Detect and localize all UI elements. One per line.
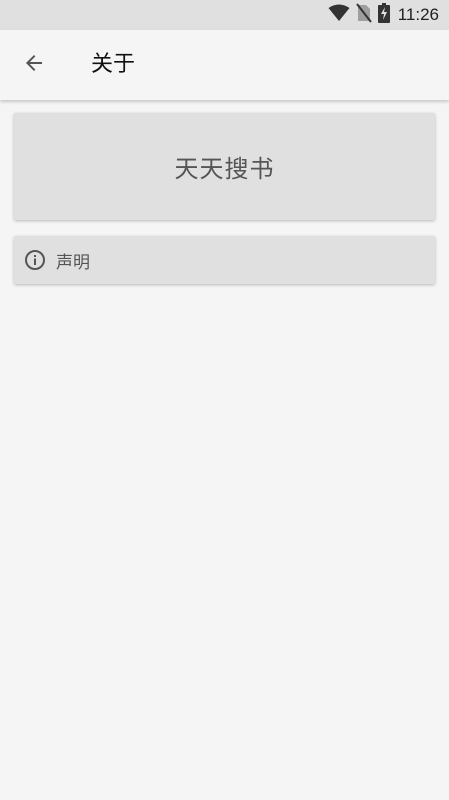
status-bar: 11:26 — [0, 0, 449, 30]
status-icons: 11:26 — [328, 0, 439, 30]
page-title: 关于 — [91, 52, 136, 77]
back-button[interactable] — [14, 45, 54, 85]
app-name: 天天搜书 — [174, 155, 275, 183]
app-info-card: 天天搜书 — [14, 113, 435, 220]
status-time: 11:26 — [397, 5, 439, 24]
app-bar: 关于 — [0, 30, 449, 100]
wifi-icon — [328, 4, 350, 26]
info-icon — [24, 249, 46, 271]
arrow-back-icon — [22, 51, 46, 79]
no-sim-icon — [355, 3, 372, 27]
battery-charging-icon — [377, 3, 390, 27]
statement-item[interactable]: 声明 — [14, 236, 435, 284]
statement-label: 声明 — [56, 252, 90, 273]
